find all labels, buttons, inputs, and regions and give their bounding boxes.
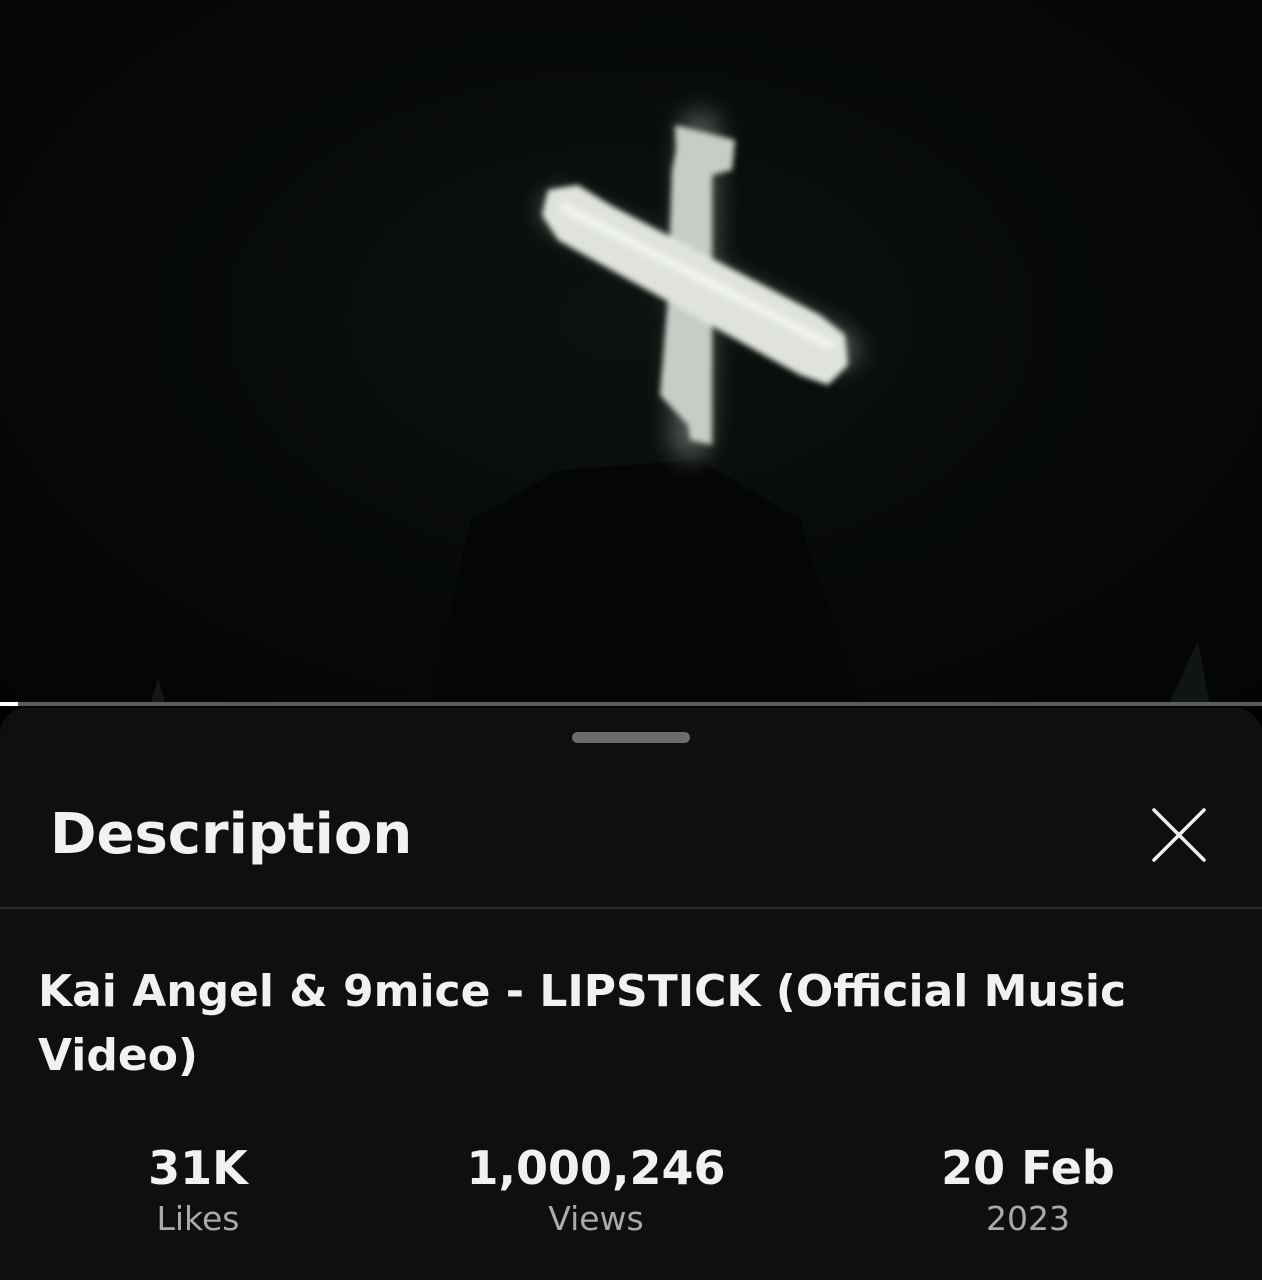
views-count: 1,000,246 [466,1141,726,1195]
video-title: Kai Angel & 9mice - LIPSTICK (Official M… [38,966,1127,1081]
progress-bar[interactable] [0,702,1262,706]
upload-date: 20 Feb [941,1141,1115,1195]
progress-fill [0,702,18,706]
upload-year: 2023 [986,1199,1070,1238]
date-stat: 20 Feb 2023 [908,1140,1148,1242]
close-icon [1152,808,1206,862]
likes-count: 31K [148,1141,248,1195]
divider [0,907,1262,909]
video-player[interactable] [0,0,1262,706]
views-stat: 1,000,246 Views [446,1140,746,1242]
video-frame [150,110,1210,706]
sheet-title: Description [50,802,413,867]
close-button[interactable] [1146,802,1212,868]
likes-stat: 31K Likes [98,1140,298,1242]
likes-label: Likes [156,1199,240,1238]
cross-image [542,125,848,445]
views-label: Views [548,1199,644,1238]
drag-handle[interactable] [572,732,690,743]
description-sheet: Description Kai Angel & 9mice - LIPSTICK… [0,708,1262,1280]
